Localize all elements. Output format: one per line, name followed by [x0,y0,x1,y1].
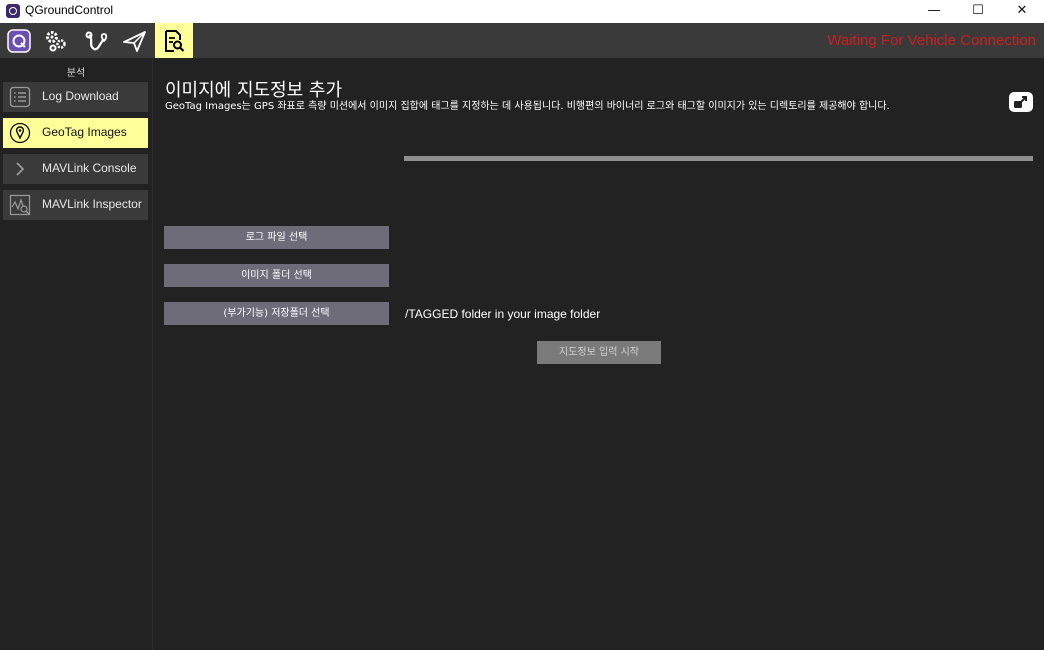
analyze-view-button[interactable] [155,23,193,58]
chart-inspector-icon [9,194,31,216]
sidebar-item-mavlink-inspector[interactable]: MAVLink Inspector [3,190,148,220]
plan-view-button[interactable] [78,23,116,58]
select-save-folder-button[interactable]: (부가기능) 저장폴더 선택 [164,302,389,325]
select-log-file-button[interactable]: 로그 파일 선택 [164,226,389,249]
window-title-bar: QGroundControl — ☐ ✕ [0,0,1044,23]
list-icon [9,86,31,108]
page-title: 이미지에 지도정보 추가 [165,80,343,101]
expand-button[interactable] [1009,92,1033,112]
gears-icon [46,30,66,51]
save-folder-path: /TAGGED folder in your image folder [405,307,601,321]
analyze-sidebar: 분석 Log Download GeoTag Images MAVLink Co… [0,58,153,650]
sidebar-item-label: MAVLink Console [42,161,137,175]
connection-status: Waiting For Vehicle Connection [827,32,1036,49]
main-toolbar: Waiting For Vehicle Connection [0,23,1044,58]
sidebar-item-label: MAVLink Inspector [42,197,142,211]
sidebar-item-label: GeoTag Images [42,125,127,139]
app-icon [6,4,20,18]
select-image-folder-button[interactable]: 이미지 폴더 선택 [164,264,389,287]
page-description: GeoTag Images는 GPS 좌표로 측량 미션에서 이미지 집합에 태… [165,101,890,112]
sidebar-title: 분석 [66,68,86,79]
plan-route-icon [85,31,108,50]
window-title: QGroundControl [25,3,114,17]
vehicle-setup-button[interactable] [38,23,76,58]
qgc-logo-button[interactable] [0,23,38,58]
qgc-logo-icon [7,28,31,53]
start-tagging-button[interactable]: 지도정보 입력 시작 [537,341,661,364]
sidebar-item-geotag-images[interactable]: GeoTag Images [3,118,148,148]
expand-icon [1014,96,1027,108]
geotag-progress-bar [404,156,1033,161]
sidebar-item-label: Log Download [42,89,119,103]
sidebar-item-log-download[interactable]: Log Download [3,82,148,112]
maximize-button[interactable]: ☐ [956,0,1000,23]
map-pin-icon [9,122,31,144]
chevron-right-icon [16,162,25,176]
sidebar-item-mavlink-console[interactable]: MAVLink Console [3,154,148,184]
close-button[interactable]: ✕ [1000,0,1044,23]
analyze-icon [165,29,185,52]
paper-plane-icon [123,30,146,52]
fly-view-button[interactable] [116,23,154,58]
minimize-button[interactable]: — [912,0,956,23]
